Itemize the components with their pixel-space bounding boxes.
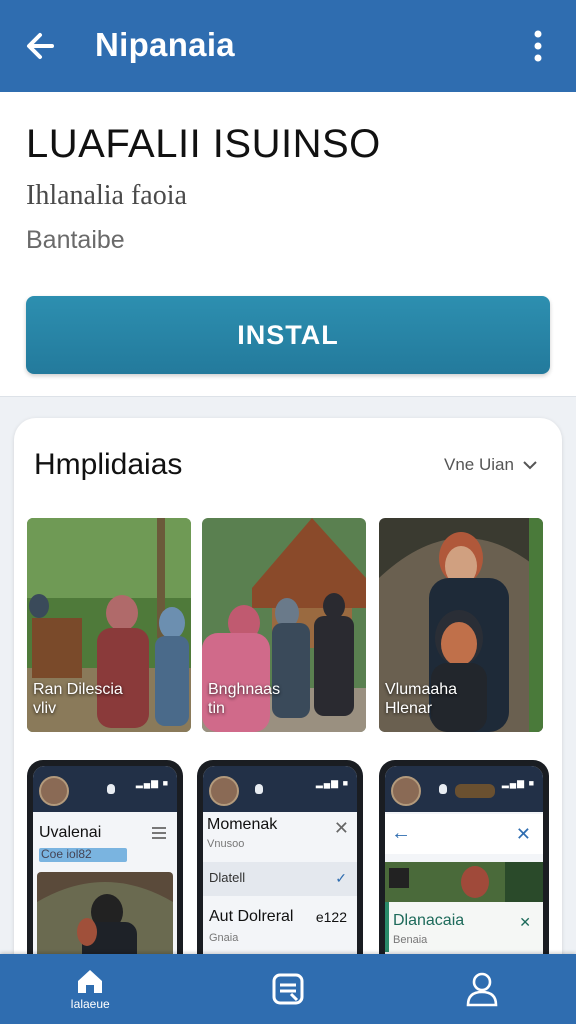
phone-screen: ▂▄▆ ■ Uvalenai Coe iol82 bbox=[33, 766, 177, 970]
avatar bbox=[39, 776, 69, 806]
screen-sub: Benaia bbox=[393, 934, 428, 946]
bottom-navigation: Ialaeue bbox=[0, 954, 576, 1024]
home-icon bbox=[78, 970, 102, 993]
back-button[interactable] bbox=[22, 24, 62, 68]
screen-sub: Vnusoo bbox=[207, 838, 245, 850]
more-options-button[interactable] bbox=[518, 24, 558, 68]
arrow-left-icon bbox=[27, 33, 54, 59]
nav-item-home[interactable]: Ialaeue bbox=[30, 954, 150, 1024]
photo-caption: Bnghnaas tin bbox=[208, 681, 281, 717]
highlights-title: Hmplidaias bbox=[34, 448, 183, 481]
nav-item-profile[interactable] bbox=[422, 954, 542, 1024]
notification-icon bbox=[107, 784, 115, 794]
screen-row-sub: Gnaia bbox=[209, 932, 239, 944]
see-more-link[interactable]: Vne Uian bbox=[444, 455, 538, 475]
screen-image bbox=[385, 862, 543, 902]
app-developer: Ihlanalia faoia bbox=[26, 180, 187, 211]
profile-icon bbox=[466, 972, 498, 1007]
close-icon: ✕ bbox=[515, 824, 531, 844]
app-category: Bantaibe bbox=[26, 226, 125, 254]
app-bar-title: Nipanaia bbox=[95, 26, 235, 63]
see-more-label: Vne Uian bbox=[444, 455, 514, 474]
highlight-photo-3[interactable]: Vlumaaha Hlenar bbox=[379, 518, 543, 732]
phone-status-bar: ▂▄▆ ■ bbox=[33, 766, 177, 812]
screen-sub: Coe iol82 bbox=[41, 847, 92, 861]
highlight-photo-2[interactable]: Bnghnaas tin bbox=[202, 518, 366, 732]
photo-caption: Ran Dilescia vliv bbox=[33, 681, 123, 717]
close-icon: ✕ bbox=[519, 914, 531, 930]
phone-status-bar: ▂▄▆ ■ bbox=[385, 766, 543, 812]
signal-icon: ▂▄▆ ■ bbox=[315, 778, 349, 788]
app-name: LUAFALII ISUINSO bbox=[26, 122, 381, 166]
menu-icon bbox=[151, 826, 167, 845]
avatar bbox=[209, 776, 239, 806]
more-vertical-icon bbox=[534, 30, 542, 62]
signal-icon: ▂▄▆ ■ bbox=[501, 778, 535, 788]
nav-item-library[interactable] bbox=[228, 954, 348, 1024]
back-arrow-icon: ← bbox=[391, 822, 411, 844]
avatar bbox=[391, 776, 421, 806]
close-icon: ✕ bbox=[333, 818, 349, 838]
nav-label-home: Ialaeue bbox=[70, 997, 110, 1011]
photo-caption: Vlumaaha Hlenar bbox=[385, 681, 458, 717]
phone-screen: ▂▄▆ ■ ← ✕ Dlanacaia ✕ Benaia bbox=[385, 766, 543, 970]
screen-row-value: e122 bbox=[315, 909, 347, 925]
screenshot-phone-2[interactable]: ▂▄▆ ■ Momenak Vnusoo ✕ Dlatell ✓ Aut Dol… bbox=[197, 760, 363, 970]
highlight-photo-1[interactable]: Ran Dilescia vliv bbox=[27, 518, 191, 732]
phone-screen: ▂▄▆ ■ Momenak Vnusoo ✕ Dlatell ✓ Aut Dol… bbox=[203, 766, 357, 970]
check-icon: ✓ bbox=[335, 870, 347, 886]
phone-status-bar: ▂▄▆ ■ bbox=[203, 766, 357, 812]
install-button[interactable]: INSTAL bbox=[26, 296, 550, 374]
signal-icon: ▂▄▆ ■ bbox=[135, 778, 169, 788]
screenshot-phone-1[interactable]: ▂▄▆ ■ Uvalenai Coe iol82 bbox=[27, 760, 183, 970]
app-bar: Nipanaia bbox=[0, 0, 576, 92]
screenshot-phone-3[interactable]: ▂▄▆ ■ ← ✕ Dlanacaia ✕ Benaia bbox=[379, 760, 549, 970]
notification-icon bbox=[439, 784, 447, 794]
notification-icon bbox=[255, 784, 263, 794]
chevron-down-icon bbox=[523, 461, 537, 470]
library-icon bbox=[272, 973, 304, 1005]
